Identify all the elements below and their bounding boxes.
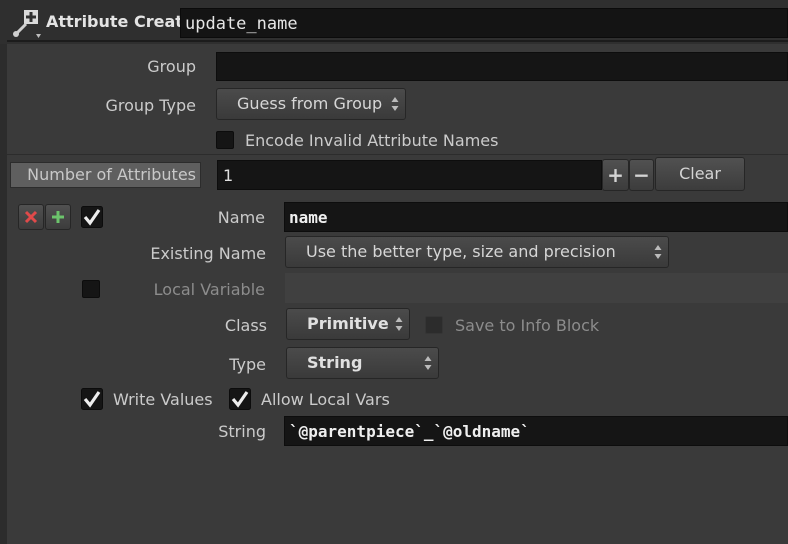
type-dropdown[interactable]: String <box>286 347 439 379</box>
existing-name-label: Existing Name <box>150 244 266 263</box>
attribute-enable-checkbox[interactable] <box>81 206 103 228</box>
dropdown-arrows-icon <box>654 245 662 259</box>
string-label: String <box>218 422 266 441</box>
name-field[interactable]: name <box>284 202 788 232</box>
write-values-checkbox[interactable] <box>81 388 103 410</box>
write-values-label: Write Values <box>113 390 213 409</box>
encode-invalid-label: Encode Invalid Attribute Names <box>245 131 499 150</box>
existing-name-dropdown[interactable]: Use the better type, size and precision <box>285 236 669 268</box>
number-of-attributes-field[interactable]: 1 <box>217 160 602 190</box>
allow-local-vars-label: Allow Local Vars <box>261 390 390 409</box>
remove-attribute-button[interactable]: − <box>629 159 654 191</box>
encode-invalid-checkbox[interactable] <box>216 131 234 149</box>
add-attribute-button[interactable]: + <box>602 159 629 191</box>
group-label: Group <box>147 57 196 76</box>
local-variable-checkbox[interactable] <box>82 280 100 298</box>
existing-name-value: Use the better type, size and precision <box>306 242 616 261</box>
local-variable-label: Local Variable <box>153 280 265 299</box>
group-field[interactable] <box>216 52 788 81</box>
x-icon <box>24 210 38 224</box>
insert-instance-button[interactable] <box>45 204 71 230</box>
dropdown-arrows-icon <box>424 356 432 370</box>
class-value: Primitive <box>307 314 389 333</box>
plus-icon <box>52 211 64 223</box>
clear-button[interactable]: Clear <box>655 157 745 191</box>
string-field[interactable]: `@parentpiece`_`@oldname` <box>284 416 788 446</box>
type-label: Type <box>229 355 266 374</box>
node-type-label: Attribute Create <box>46 12 194 31</box>
attribute-create-node-icon[interactable] <box>10 8 46 40</box>
dropdown-arrows-icon <box>391 97 399 111</box>
dropdown-arrows-icon <box>395 317 403 331</box>
number-of-attributes-label[interactable]: Number of Attributes <box>10 162 201 188</box>
save-info-checkbox[interactable] <box>425 316 443 334</box>
section-separator <box>7 154 788 155</box>
class-dropdown[interactable]: Primitive <box>286 308 410 340</box>
class-label: Class <box>224 316 267 335</box>
remove-instance-button[interactable] <box>18 204 44 230</box>
local-variable-field[interactable] <box>285 273 788 303</box>
header-divider <box>7 40 788 42</box>
name-label: Name <box>217 208 265 227</box>
group-type-dropdown[interactable]: Guess from Group <box>216 88 406 120</box>
allow-local-vars-checkbox[interactable] <box>229 388 251 410</box>
save-info-label: Save to Info Block <box>455 316 600 335</box>
node-name-field[interactable]: update_name <box>180 8 788 38</box>
group-type-value: Guess from Group <box>237 94 383 113</box>
panel-left-edge <box>0 0 7 544</box>
type-value: String <box>307 353 363 372</box>
group-type-label: Group Type <box>105 96 196 115</box>
